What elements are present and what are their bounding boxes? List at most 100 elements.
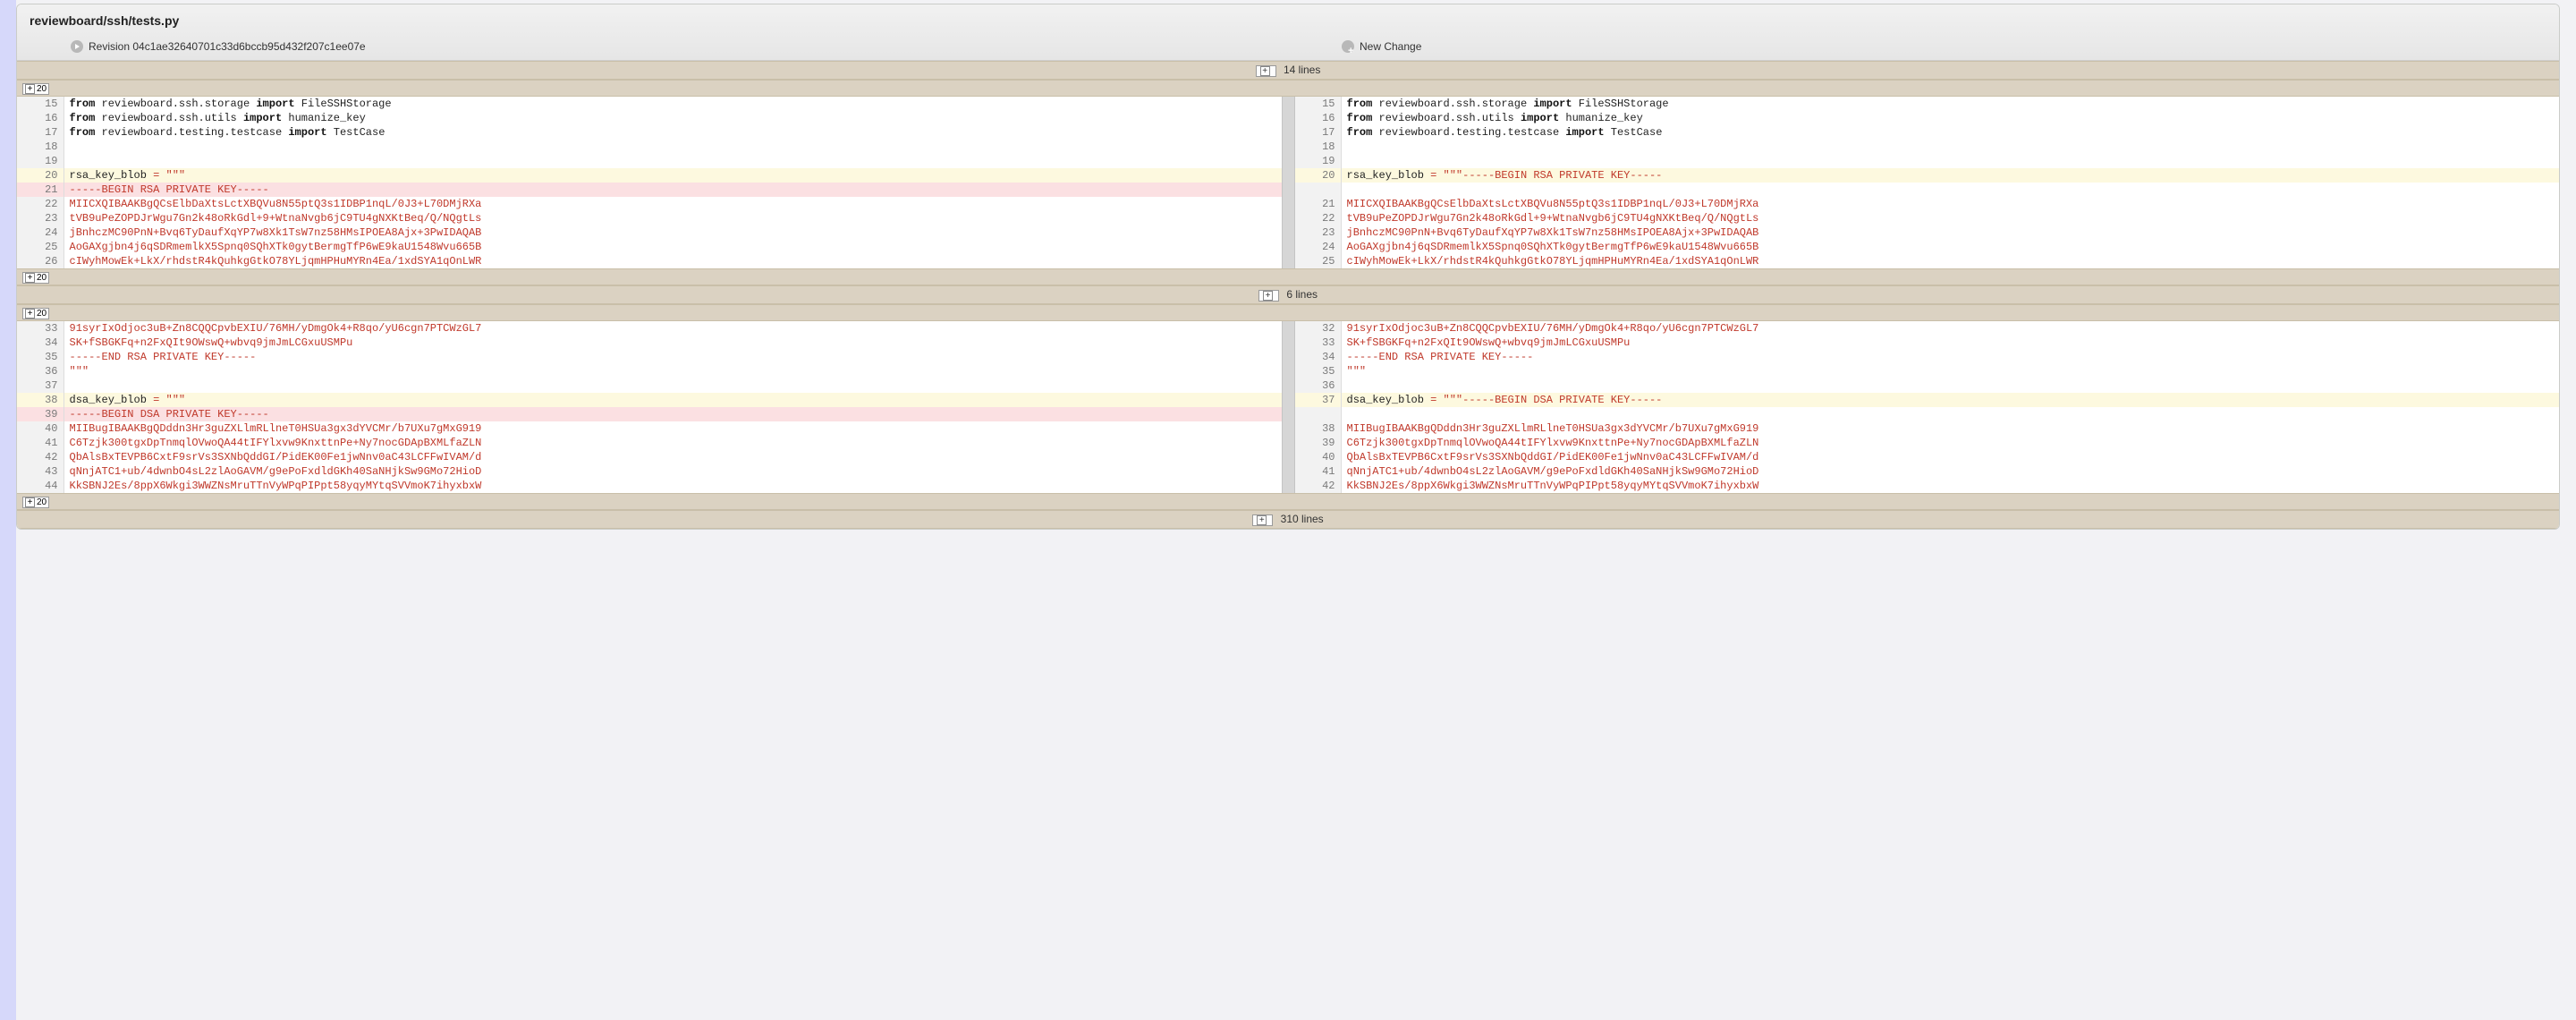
line-number-right: 19 [1294,154,1341,168]
code-left[interactable]: MIICXQIBAAKBgQCsElbDaXtsLctXBQVu8N55ptQ3… [64,197,1282,211]
diff-table-chunk-2: 3391syrIxOdjoc3uB+Zn8CQQCpvbEXIU/76MH/yD… [17,321,2559,493]
code-left[interactable]: rsa_key_blob = """ [64,168,1282,183]
diff-row[interactable]: 35-----END RSA PRIVATE KEY-----34-----EN… [17,350,2559,364]
diff-separator [1282,111,1294,125]
code-right[interactable]: jBnhczMC90PnN+Bvq6TyDaufXqYP7w8Xk1TsW7nz… [1341,225,2559,240]
diff-row[interactable]: 39-----BEGIN DSA PRIVATE KEY----- [17,407,2559,421]
code-right[interactable]: from reviewboard.ssh.utils import humani… [1341,111,2559,125]
code-left[interactable]: -----END RSA PRIVATE KEY----- [64,350,1282,364]
code-right[interactable]: rsa_key_blob = """-----BEGIN RSA PRIVATE… [1341,168,2559,183]
line-number-right: 39 [1294,436,1341,450]
code-right[interactable] [1341,154,2559,168]
diff-row[interactable]: 34SK+fSBGKFq+n2FxQIt9OWswQ+wbvq9jmJmLCGx… [17,336,2559,350]
code-right[interactable]: 91syrIxOdjoc3uB+Zn8CQQCpvbEXIU/76MH/yDmg… [1341,321,2559,336]
diff-row[interactable]: 22MIICXQIBAAKBgQCsElbDaXtsLctXBQVu8N55pt… [17,197,2559,211]
code-right[interactable]: from reviewboard.ssh.storage import File… [1341,97,2559,111]
code-left[interactable]: KkSBNJ2Es/8ppX6Wkgi3WWZNsMruTTnVyWPqPIPp… [64,479,1282,493]
expand-mid-bot-button[interactable]: +20 [22,308,49,319]
code-right[interactable]: -----END RSA PRIVATE KEY----- [1341,350,2559,364]
download-icon[interactable] [71,40,83,53]
code-right[interactable]: KkSBNJ2Es/8ppX6Wkgi3WWZNsMruTTnVyWPqPIPp… [1341,479,2559,493]
code-left[interactable]: 91syrIxOdjoc3uB+Zn8CQQCpvbEXIU/76MH/yDmg… [64,321,1282,336]
code-left[interactable]: from reviewboard.ssh.storage import File… [64,97,1282,111]
line-number-left: 22 [17,197,64,211]
code-right[interactable] [1341,407,2559,421]
diff-row[interactable]: 1818 [17,140,2559,154]
code-right[interactable]: MIICXQIBAAKBgQCsElbDaXtsLctXBQVu8N55ptQ3… [1341,197,2559,211]
line-number-left: 34 [17,336,64,350]
diff-row[interactable]: 42QbAlsBxTEVPB6CxtF9srVs3SXNbQddGI/PidEK… [17,450,2559,464]
code-right[interactable]: MIIBugIBAAKBgQDddn3Hr3guZXLlmRLlneT0HSUa… [1341,421,2559,436]
code-right[interactable]: AoGAXgjbn4j6qSDRmemlkX5Spnq0SQhXTk0gytBe… [1341,240,2559,254]
diff-row[interactable]: 36"""35""" [17,364,2559,378]
code-right[interactable] [1341,140,2559,154]
diff-row[interactable]: 41C6Tzjk300tgxDpTnmqlOVwoQA44tIFYlxvw9Kn… [17,436,2559,450]
code-left[interactable]: tVB9uPeZOPDJrWgu7Gn2k48oRkGdl+9+WtnaNvgb… [64,211,1282,225]
code-right[interactable]: qNnjATC1+ub/4dwnbO4sL2zlAoGAVM/g9ePoFxdl… [1341,464,2559,479]
line-number-right: 20 [1294,168,1341,183]
diff-separator [1282,97,1294,111]
diff-row[interactable]: 43qNnjATC1+ub/4dwnbO4sL2zlAoGAVM/g9ePoFx… [17,464,2559,479]
line-number-left: 37 [17,378,64,393]
line-number-left: 38 [17,393,64,407]
code-right[interactable] [1341,183,2559,197]
code-left[interactable]: jBnhczMC90PnN+Bvq6TyDaufXqYP7w8Xk1TsW7nz… [64,225,1282,240]
diff-row[interactable]: 16from reviewboard.ssh.utils import huma… [17,111,2559,125]
diff-row[interactable]: 21-----BEGIN RSA PRIVATE KEY----- [17,183,2559,197]
code-right[interactable]: cIWyhMowEk+LkX/rhdstR4kQuhkgGtkO78YLjqmH… [1341,254,2559,268]
diff-row[interactable]: 17from reviewboard.testing.testcase impo… [17,125,2559,140]
diff-row[interactable]: 40MIIBugIBAAKBgQDddn3Hr3guZXLlmRLlneT0HS… [17,421,2559,436]
code-left[interactable]: cIWyhMowEk+LkX/rhdstR4kQuhkgGtkO78YLjqmH… [64,254,1282,268]
code-left[interactable]: from reviewboard.ssh.utils import humani… [64,111,1282,125]
diff-row[interactable]: 25AoGAXgjbn4j6qSDRmemlkX5Spnq0SQhXTk0gyt… [17,240,2559,254]
expand-bot-mini-button[interactable]: +20 [22,497,49,508]
code-left[interactable]: dsa_key_blob = """ [64,393,1282,407]
code-left[interactable]: SK+fSBGKFq+n2FxQIt9OWswQ+wbvq9jmJmLCGxuU… [64,336,1282,350]
diff-separator [1282,450,1294,464]
line-number-right: 23 [1294,225,1341,240]
code-left[interactable] [64,154,1282,168]
code-right[interactable]: tVB9uPeZOPDJrWgu7Gn2k48oRkGdl+9+WtnaNvgb… [1341,211,2559,225]
expand-gutter-bot: +20 [17,493,2559,510]
code-left[interactable] [64,140,1282,154]
code-left[interactable]: qNnjATC1+ub/4dwnbO4sL2zlAoGAVM/g9ePoFxdl… [64,464,1282,479]
diff-row[interactable]: 15from reviewboard.ssh.storage import Fi… [17,97,2559,111]
code-left[interactable]: -----BEGIN RSA PRIVATE KEY----- [64,183,1282,197]
diff-row[interactable]: 20rsa_key_blob = """20rsa_key_blob = """… [17,168,2559,183]
diff-separator [1282,336,1294,350]
code-right[interactable]: C6Tzjk300tgxDpTnmqlOVwoQA44tIFYlxvw9Knxt… [1341,436,2559,450]
diff-separator [1282,211,1294,225]
expand-mid-top-button[interactable]: +20 [22,272,49,284]
code-right[interactable]: QbAlsBxTEVPB6CxtF9srVs3SXNbQddGI/PidEK00… [1341,450,2559,464]
code-left[interactable]: C6Tzjk300tgxDpTnmqlOVwoQA44tIFYlxvw9Knxt… [64,436,1282,450]
code-left[interactable]: -----BEGIN DSA PRIVATE KEY----- [64,407,1282,421]
code-left[interactable]: QbAlsBxTEVPB6CxtF9srVs3SXNbQddGI/PidEK00… [64,450,1282,464]
code-left[interactable] [64,378,1282,393]
expand-top-mini-button[interactable]: +20 [22,83,49,95]
code-left[interactable]: AoGAXgjbn4j6qSDRmemlkX5Spnq0SQhXTk0gytBe… [64,240,1282,254]
code-left[interactable]: MIIBugIBAAKBgQDddn3Hr3guZXLlmRLlneT0HSUa… [64,421,1282,436]
expand-bot-button[interactable]: + [1252,514,1273,526]
line-number-right: 32 [1294,321,1341,336]
code-left[interactable]: """ [64,364,1282,378]
code-left[interactable]: from reviewboard.testing.testcase import… [64,125,1282,140]
plus-icon[interactable] [1342,40,1354,53]
diff-row[interactable]: 24jBnhczMC90PnN+Bvq6TyDaufXqYP7w8Xk1TsW7… [17,225,2559,240]
line-number-right: 33 [1294,336,1341,350]
code-right[interactable]: """ [1341,364,2559,378]
code-right[interactable] [1341,378,2559,393]
expand-mid-count: 6 lines [1286,288,1318,301]
expand-top-button[interactable]: + [1256,65,1276,77]
expand-mid-button[interactable]: + [1258,290,1279,302]
diff-row[interactable]: 3736 [17,378,2559,393]
diff-row[interactable]: 1919 [17,154,2559,168]
diff-row[interactable]: 26cIWyhMowEk+LkX/rhdstR4kQuhkgGtkO78YLjq… [17,254,2559,268]
diff-row[interactable]: 44KkSBNJ2Es/8ppX6Wkgi3WWZNsMruTTnVyWPqPI… [17,479,2559,493]
code-right[interactable]: from reviewboard.testing.testcase import… [1341,125,2559,140]
diff-separator [1282,321,1294,336]
code-right[interactable]: dsa_key_blob = """-----BEGIN DSA PRIVATE… [1341,393,2559,407]
diff-row[interactable]: 38dsa_key_blob = """37dsa_key_blob = """… [17,393,2559,407]
code-right[interactable]: SK+fSBGKFq+n2FxQIt9OWswQ+wbvq9jmJmLCGxuU… [1341,336,2559,350]
diff-row[interactable]: 23tVB9uPeZOPDJrWgu7Gn2k48oRkGdl+9+WtnaNv… [17,211,2559,225]
diff-row[interactable]: 3391syrIxOdjoc3uB+Zn8CQQCpvbEXIU/76MH/yD… [17,321,2559,336]
